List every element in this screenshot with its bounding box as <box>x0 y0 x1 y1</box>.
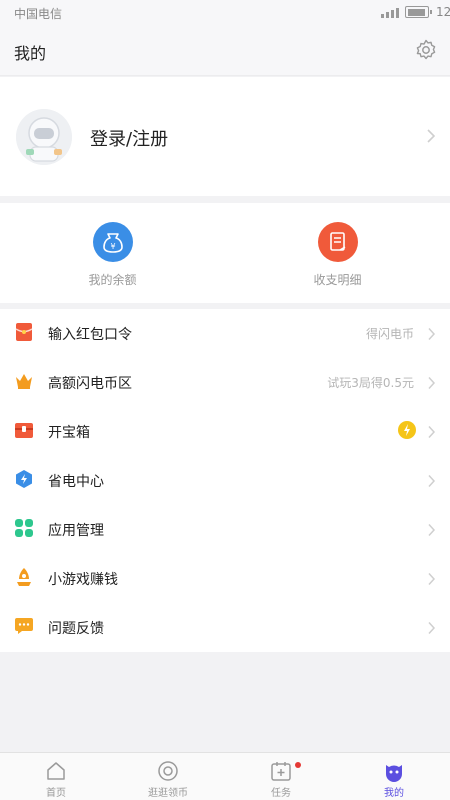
tab-tasks[interactable]: 任务 <box>225 753 337 800</box>
battery-icon <box>405 6 432 18</box>
tab-label: 任务 <box>271 788 291 799</box>
menu-item-hint: 试玩3局得0.5元 <box>327 376 414 390</box>
menu-item-label: 问题反馈 <box>48 621 104 637</box>
login-register-link[interactable]: 登录/注册 <box>90 125 168 151</box>
tab-me[interactable]: 我的 <box>338 753 450 800</box>
menu-item-power-saving[interactable]: 省电中心 <box>0 456 450 505</box>
status-bar: 中国电信 12: <box>0 0 450 26</box>
chevron-right-icon <box>427 326 436 345</box>
wallet-section: ¥ 我的余额 收支明细 <box>0 203 450 303</box>
income-details-label: 收支明细 <box>313 273 362 287</box>
tab-label: 逛逛领币 <box>148 788 188 799</box>
svg-text:¥: ¥ <box>110 242 115 251</box>
income-details-button[interactable]: 收支明细 <box>225 203 450 303</box>
menu-item-feedback[interactable]: 问题反馈 <box>0 603 450 652</box>
menu-list: 输入红包口令 得闪电币 高额闪电币区 试玩3局得0.5元 开宝箱 省电中心 应用… <box>0 309 450 652</box>
red-envelope-icon <box>14 322 34 342</box>
login-card[interactable]: 登录/注册 <box>0 77 450 196</box>
clock: 12: <box>436 5 450 19</box>
menu-item-label: 应用管理 <box>48 523 104 539</box>
home-icon <box>44 759 68 783</box>
menu-item-mini-games[interactable]: 小游戏赚钱 <box>0 554 450 603</box>
menu-item-high-coin-zone[interactable]: 高额闪电币区 试玩3局得0.5元 <box>0 358 450 407</box>
my-balance-label: 我的余额 <box>88 273 137 287</box>
tab-label: 首页 <box>46 788 66 799</box>
my-balance-button[interactable]: ¥ 我的余额 <box>0 203 225 303</box>
money-bag-icon: ¥ <box>93 222 133 262</box>
profile-face-icon <box>382 759 406 783</box>
app-grid-icon <box>14 518 34 538</box>
game-rocket-icon <box>14 567 34 587</box>
chevron-right-icon <box>427 375 436 394</box>
eye-icon <box>156 759 180 783</box>
chevron-right-icon <box>426 128 436 148</box>
chevron-right-icon <box>427 620 436 639</box>
feedback-icon <box>14 616 34 636</box>
menu-item-label: 小游戏赚钱 <box>48 572 118 588</box>
menu-item-label: 省电中心 <box>48 474 104 490</box>
power-saving-icon <box>14 469 34 489</box>
signal-icon <box>381 7 399 18</box>
menu-item-red-envelope[interactable]: 输入红包口令 得闪电币 <box>0 309 450 358</box>
receipt-icon <box>318 222 358 262</box>
menu-item-hint: 得闪电币 <box>365 327 414 341</box>
task-calendar-icon <box>269 759 293 783</box>
chevron-right-icon <box>427 473 436 492</box>
tab-home[interactable]: 首页 <box>0 753 112 800</box>
tab-label: 我的 <box>384 788 404 799</box>
crown-icon <box>14 371 34 391</box>
notification-dot <box>295 762 301 768</box>
lightning-coin-icon <box>398 421 416 439</box>
carrier-name: 中国电信 <box>14 7 63 21</box>
menu-item-treasure-box[interactable]: 开宝箱 <box>0 407 450 456</box>
menu-item-label: 输入红包口令 <box>48 327 132 343</box>
menu-item-app-management[interactable]: 应用管理 <box>0 505 450 554</box>
avatar <box>16 109 72 165</box>
page-header: 我的 <box>0 26 450 76</box>
menu-item-label: 开宝箱 <box>48 425 90 441</box>
treasure-chest-icon <box>14 420 34 440</box>
gear-icon[interactable] <box>414 38 438 62</box>
menu-item-label: 高额闪电币区 <box>48 376 132 392</box>
bottom-tab-bar: 首页 逛逛领币 任务 我的 <box>0 752 450 800</box>
chevron-right-icon <box>427 424 436 443</box>
tab-browse-coins[interactable]: 逛逛领币 <box>112 753 224 800</box>
chevron-right-icon <box>427 571 436 590</box>
chevron-right-icon <box>427 522 436 541</box>
page-title: 我的 <box>14 44 47 63</box>
